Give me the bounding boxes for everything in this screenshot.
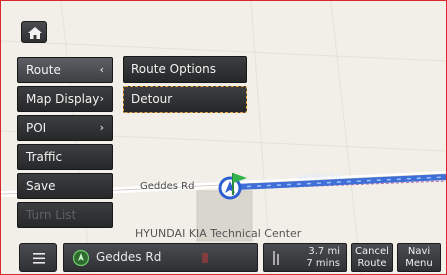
submenu-route-options[interactable]: Route Options xyxy=(123,56,247,83)
submenu-label: Route Options xyxy=(131,62,216,76)
list-button[interactable] xyxy=(19,243,57,272)
navi-menu-button[interactable]: Navi Menu xyxy=(397,243,441,272)
submenu-label: Detour xyxy=(131,92,173,106)
route-distance: 3.7 mi xyxy=(308,246,340,257)
menu-item-poi[interactable]: POI › xyxy=(17,115,113,141)
home-icon xyxy=(28,27,42,39)
current-road-name: Geddes Rd xyxy=(96,250,162,264)
route-road-label: Geddes Rd xyxy=(297,172,341,181)
menu-item-map-display[interactable]: Map Display › xyxy=(17,86,113,112)
home-button[interactable] xyxy=(21,21,47,43)
menu-item-route[interactable]: Route ‹ xyxy=(17,57,113,83)
menu-item-label: Traffic xyxy=(26,150,63,164)
menu-item-turn-list: Turn List xyxy=(17,202,113,228)
compass-icon xyxy=(72,249,90,267)
current-road-panel: Geddes Rd xyxy=(63,243,258,272)
submenu-detour[interactable]: Detour xyxy=(123,86,247,113)
menu-item-label: POI xyxy=(26,121,47,135)
chevron-left-icon: ‹ xyxy=(99,63,104,76)
route-progress-icon xyxy=(273,251,279,265)
menu-item-label: Save xyxy=(26,179,56,193)
route-info-panel: 3.7 mi 7 mins xyxy=(263,243,347,272)
menu-item-save[interactable]: Save xyxy=(17,173,113,199)
cancel-route-label: Cancel Route xyxy=(355,246,389,269)
chevron-right-icon: › xyxy=(99,121,104,134)
cancel-route-button[interactable]: Cancel Route xyxy=(351,243,393,272)
list-icon xyxy=(33,253,45,264)
road-label: Geddes Rd xyxy=(140,181,195,192)
navigation-screen: Geddes Rd Geddes Rd HYUNDAI KIA Technica… xyxy=(0,0,447,275)
traffic-marker xyxy=(202,253,208,263)
menu-item-label: Map Display xyxy=(26,92,100,106)
chevron-right-icon: › xyxy=(99,92,104,105)
bottom-bar: Geddes Rd 3.7 mi 7 mins Cancel Route Nav… xyxy=(1,239,446,274)
menu-item-label: Route xyxy=(26,63,61,77)
navi-menu-label: Navi Menu xyxy=(405,246,433,269)
route-time: 7 mins xyxy=(306,258,340,269)
menu-item-traffic[interactable]: Traffic xyxy=(17,144,113,170)
menu-item-label: Turn List xyxy=(26,208,77,222)
